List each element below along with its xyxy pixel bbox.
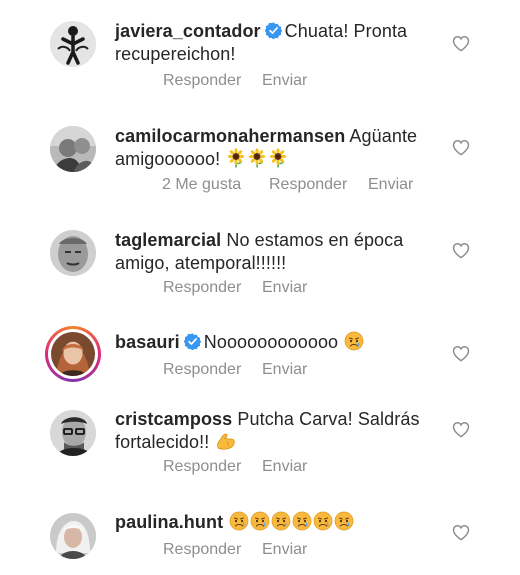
sad-face-emoji-icon xyxy=(334,511,354,531)
send-button[interactable]: Enviar xyxy=(368,175,413,195)
avatar-image xyxy=(50,513,96,559)
avatar-with-story-ring[interactable] xyxy=(45,326,101,382)
avatar-image xyxy=(50,21,96,67)
reply-button[interactable]: Responder xyxy=(163,360,241,380)
sad-face-emoji-icon xyxy=(229,511,249,531)
comment-text: Noooooooooooo xyxy=(203,332,339,352)
comment-username[interactable]: taglemarcial xyxy=(115,230,221,250)
comment-body: camilocarmonahermansen Agüante amigooooo… xyxy=(115,125,435,171)
avatar[interactable] xyxy=(50,21,96,67)
avatar-image xyxy=(50,230,96,276)
comment-body: cristcamposs Putcha Carva! Saldrás forta… xyxy=(115,408,435,454)
send-button[interactable]: Enviar xyxy=(262,540,307,560)
avatar-image xyxy=(51,332,95,376)
reply-button[interactable]: Responder xyxy=(163,457,241,477)
sunflower-emoji-icon xyxy=(226,148,246,168)
reply-button[interactable]: Responder xyxy=(163,71,241,91)
avatar-image xyxy=(50,126,96,172)
comment-body: taglemarcial No estamos en época amigo, … xyxy=(115,229,435,275)
like-heart-icon[interactable] xyxy=(452,35,470,52)
like-heart-icon[interactable] xyxy=(452,421,470,438)
comment-username[interactable]: paulina.hunt xyxy=(115,512,223,532)
comment-body: paulina.hunt xyxy=(115,511,435,534)
like-heart-icon[interactable] xyxy=(452,242,470,259)
avatar-image xyxy=(50,410,96,456)
sad-face-emoji-icon xyxy=(250,511,270,531)
like-heart-icon[interactable] xyxy=(452,139,470,156)
avatar[interactable] xyxy=(50,126,96,172)
sad-face-emoji-icon xyxy=(313,511,333,531)
avatar[interactable] xyxy=(50,410,96,456)
verified-badge-icon xyxy=(265,22,282,39)
comment-username[interactable]: javiera_contador xyxy=(115,21,261,41)
send-button[interactable]: Enviar xyxy=(262,71,307,91)
comment-body: basauri Noooooooooooo xyxy=(115,331,435,354)
send-button[interactable]: Enviar xyxy=(262,278,307,298)
sad-face-emoji-icon xyxy=(271,511,291,531)
send-button[interactable]: Enviar xyxy=(262,360,307,380)
sad-face-emoji-icon xyxy=(344,331,364,351)
sunflower-emoji-icon xyxy=(247,148,267,168)
comment-username[interactable]: basauri xyxy=(115,332,180,352)
comment-username[interactable]: cristcamposs xyxy=(115,409,232,429)
sad-face-emoji-icon xyxy=(292,511,312,531)
verified-badge-icon xyxy=(184,333,201,350)
avatar[interactable] xyxy=(50,230,96,276)
sunflower-emoji-icon xyxy=(268,148,288,168)
comment-body: javiera_contador Chuata! Pronta recuperei… xyxy=(115,20,435,66)
avatar[interactable] xyxy=(50,513,96,559)
like-heart-icon[interactable] xyxy=(452,524,470,541)
flexed-biceps-emoji-icon xyxy=(215,431,235,451)
reply-button[interactable]: Responder xyxy=(163,540,241,560)
comment-username[interactable]: camilocarmonahermansen xyxy=(115,126,345,146)
reply-button[interactable]: Responder xyxy=(163,278,241,298)
likes-count[interactable]: 2 Me gusta xyxy=(162,175,241,195)
send-button[interactable]: Enviar xyxy=(262,457,307,477)
reply-button[interactable]: Responder xyxy=(269,175,347,195)
like-heart-icon[interactable] xyxy=(452,345,470,362)
